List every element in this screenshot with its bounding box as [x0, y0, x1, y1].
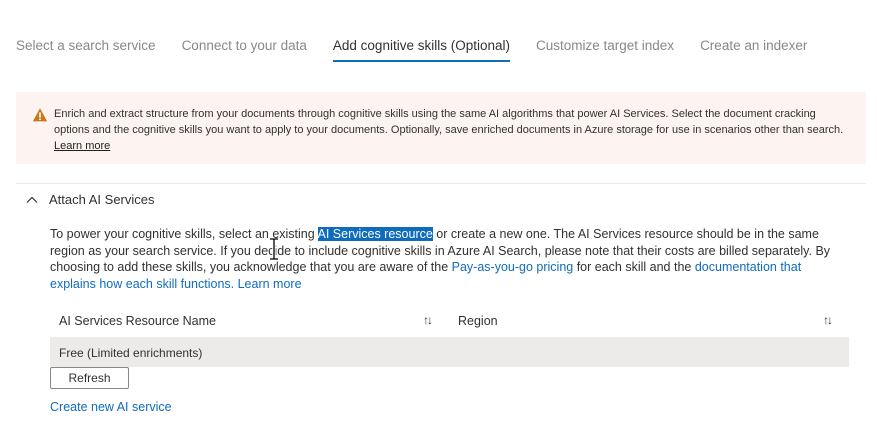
tab-create-indexer[interactable]: Create an indexer [700, 38, 807, 62]
grid-header: AI Services Resource Name ↑↓ Region ↑↓ [50, 309, 849, 333]
banner-text: Enrich and extract structure from your d… [54, 108, 844, 136]
column-header-region[interactable]: Region [458, 314, 498, 328]
wizard-tabs: Select a search service Connect to your … [16, 38, 833, 62]
create-new-ai-service-link[interactable]: Create new AI service [50, 400, 172, 414]
ai-services-grid: AI Services Resource Name ↑↓ Region ↑↓ F… [50, 309, 849, 367]
refresh-button[interactable]: Refresh [50, 367, 129, 389]
tab-connect-data[interactable]: Connect to your data [182, 38, 307, 62]
column-header-name[interactable]: AI Services Resource Name [59, 314, 216, 328]
warning-icon [32, 108, 48, 122]
chevron-up-icon [26, 196, 38, 203]
warning-banner: Enrich and extract structure from your d… [16, 92, 866, 164]
divider [16, 183, 866, 184]
section-title: Attach AI Services [49, 192, 155, 207]
section-description: To power your cognitive skills, select a… [50, 226, 850, 292]
banner-learn-more-link[interactable]: Learn more [54, 140, 110, 152]
pricing-link[interactable]: Pay-as-you-go pricing [452, 260, 574, 274]
highlighted-text: AI Services resource [317, 227, 433, 241]
row-resource-name: Free (Limited enrichments) [59, 346, 203, 360]
sort-icon[interactable]: ↑↓ [423, 313, 433, 327]
desc-text-3: for each skill and the [573, 260, 695, 274]
tab-customize-index[interactable]: Customize target index [536, 38, 674, 62]
text-cursor-icon [270, 238, 278, 260]
tab-add-cognitive-skills[interactable]: Add cognitive skills (Optional) [332, 38, 510, 62]
table-row[interactable]: Free (Limited enrichments) [50, 337, 849, 367]
tab-select-search-service[interactable]: Select a search service [16, 38, 156, 62]
sort-icon[interactable]: ↑↓ [823, 313, 833, 327]
attach-ai-services-toggle[interactable]: Attach AI Services [26, 192, 155, 207]
